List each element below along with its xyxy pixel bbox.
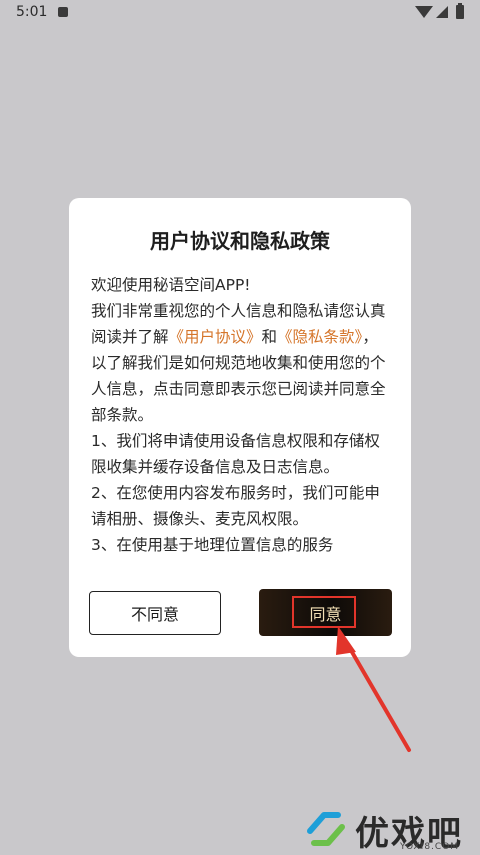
welcome-text: 欢迎使用秘语空间APP! [91, 276, 251, 294]
user-agreement-link[interactable]: 《用户协议》 [169, 328, 262, 346]
watermark: 优戏吧 YOXI8.COM [300, 806, 480, 855]
wifi-icon [415, 6, 433, 18]
privacy-terms-link[interactable]: 《隐私条款》 [277, 328, 362, 346]
permission-item-3: 3、在使用基于地理位置信息的服务 [91, 536, 334, 554]
privacy-notice: 我们非常重视您的个人信息和隐私请您认真阅读并了解《用户协议》和《隐私条款》，以了… [91, 298, 391, 428]
agree-highlight-box [292, 596, 356, 628]
status-bar: 5:01 [0, 0, 480, 26]
signal-icon [436, 6, 448, 18]
dialog-body[interactable]: 欢迎使用秘语空间APP! 我们非常重视您的个人信息和隐私请您认真阅读并了解《用户… [91, 272, 391, 568]
disagree-button[interactable]: 不同意 [89, 591, 221, 635]
dialog-title: 用户协议和隐私政策 [150, 229, 330, 253]
watermark-domain: YOXI8.COM [400, 842, 460, 852]
privacy-dialog: 用户协议和隐私政策 欢迎使用秘语空间APP! 我们非常重视您的个人信息和隐私请您… [69, 198, 411, 657]
permission-item-1: 1、我们将申请使用设备信息权限和存储权限收集并缓存设备信息及日志信息。 [91, 432, 380, 476]
status-time: 5:01 [16, 4, 48, 20]
brand-logo-icon [307, 812, 345, 846]
permission-item-2: 2、在您使用内容发布服务时，我们可能申请相册、摄像头、麦克风权限。 [91, 484, 380, 528]
battery-icon [456, 3, 464, 19]
notification-icon [58, 7, 68, 17]
notice-middle: 和 [261, 328, 278, 346]
